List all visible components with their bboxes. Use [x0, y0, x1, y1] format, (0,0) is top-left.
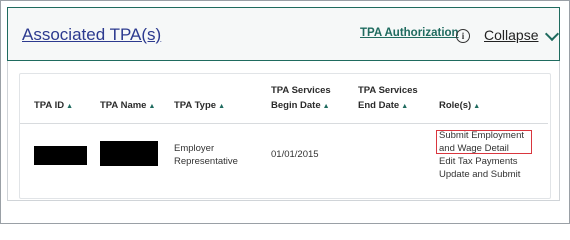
- column-header-roles[interactable]: Role(s) ▲: [439, 98, 480, 114]
- sort-ascending-icon[interactable]: ▲: [401, 103, 408, 110]
- column-header-label: TPA Services: [358, 85, 418, 96]
- table-row-divider: [20, 123, 548, 124]
- tpa-authorization-link[interactable]: TPA Authorization: [360, 27, 459, 39]
- column-header-label: TPA Type: [174, 100, 217, 111]
- sort-ascending-icon[interactable]: ▲: [218, 103, 225, 110]
- info-icon[interactable]: i: [456, 29, 470, 43]
- role-item: Update and Submit: [439, 169, 521, 180]
- sort-ascending-icon[interactable]: ▲: [473, 103, 480, 110]
- section-header: Associated TPA(s) TPA Authorization i Co…: [7, 7, 560, 61]
- redacted-tpa-id: [34, 146, 87, 165]
- section-title-link[interactable]: Associated TPA(s): [22, 25, 161, 45]
- column-header-label: TPA ID: [34, 100, 65, 111]
- column-header-tpa-id[interactable]: TPA ID ▲: [34, 98, 73, 114]
- column-header-tpa-type[interactable]: TPA Type ▲: [174, 98, 225, 114]
- sort-ascending-icon[interactable]: ▲: [323, 103, 330, 110]
- sort-ascending-icon[interactable]: ▲: [148, 103, 155, 110]
- role-highlight-box: [436, 130, 532, 154]
- column-header-label: TPA Name: [100, 100, 147, 111]
- column-header-tpa-name[interactable]: TPA Name ▲: [100, 98, 155, 114]
- redacted-tpa-name: [100, 141, 158, 166]
- role-item: Edit Tax Payments: [439, 156, 518, 167]
- column-header-begin-date[interactable]: TPA Services Begin Date ▲: [271, 83, 331, 114]
- column-header-label: End Date: [358, 100, 400, 111]
- tpa-type-cell: Employer Representative: [174, 142, 238, 168]
- cell-text: Representative: [174, 156, 238, 167]
- column-header-end-date[interactable]: TPA Services End Date ▲: [358, 83, 418, 114]
- begin-date-cell: 01/01/2015: [271, 149, 319, 160]
- collapse-link[interactable]: Collapse: [484, 27, 538, 43]
- cell-text: Employer: [174, 143, 215, 154]
- sort-ascending-icon[interactable]: ▲: [66, 103, 73, 110]
- column-header-label: TPA Services: [271, 85, 331, 96]
- column-header-label: Role(s): [439, 100, 472, 111]
- column-header-label: Begin Date: [271, 100, 321, 111]
- chevron-down-icon[interactable]: [544, 26, 560, 42]
